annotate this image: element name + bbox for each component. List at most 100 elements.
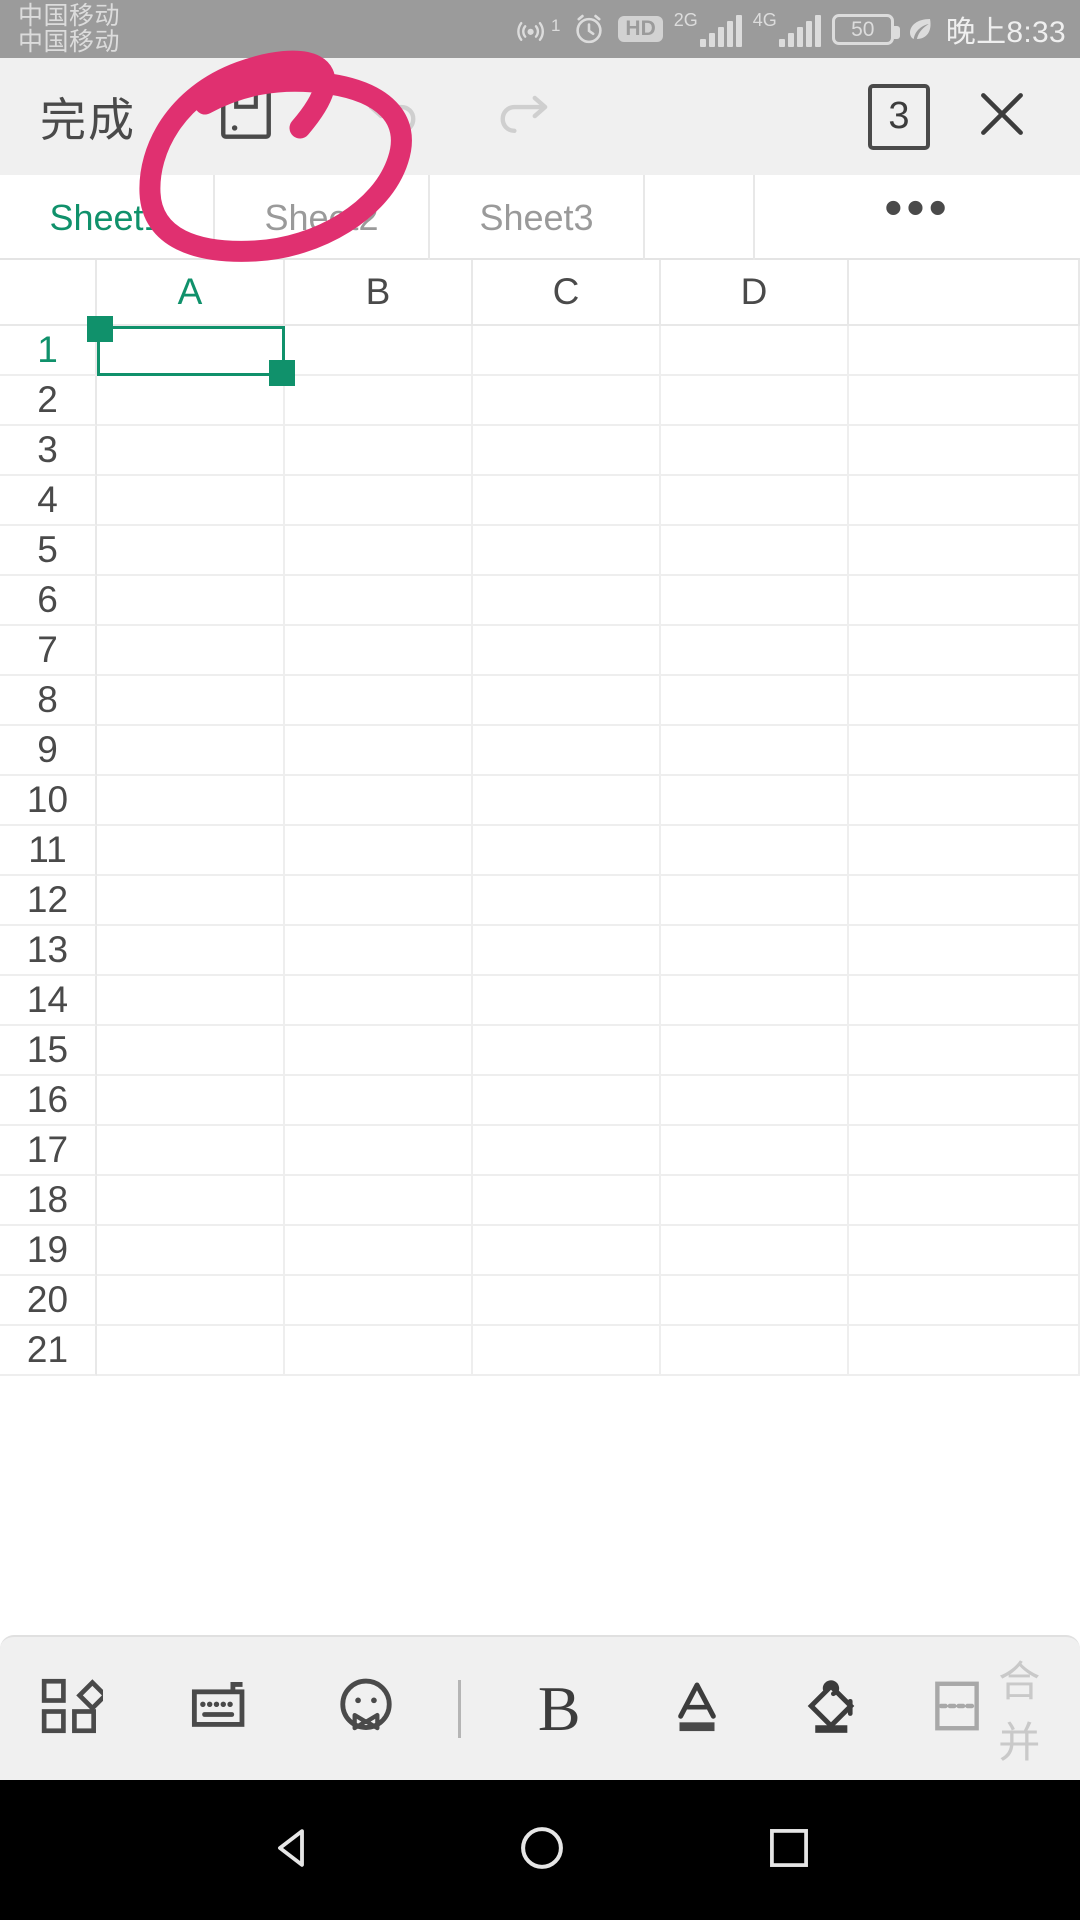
- grid-cell-A1[interactable]: [97, 326, 285, 376]
- grid-cell-E16[interactable]: [849, 1076, 1080, 1126]
- grid-cell-A13[interactable]: [97, 926, 285, 976]
- column-header-a[interactable]: A: [97, 260, 285, 324]
- grid-cell-E8[interactable]: [849, 676, 1080, 726]
- redo-button[interactable]: [466, 58, 586, 175]
- row-header-4[interactable]: 4: [0, 476, 97, 526]
- grid-cell-E3[interactable]: [849, 426, 1080, 476]
- grid-cell-A4[interactable]: [97, 476, 285, 526]
- grid-cell-C8[interactable]: [473, 676, 661, 726]
- grid-cell-E18[interactable]: [849, 1176, 1080, 1226]
- grid-cell-C3[interactable]: [473, 426, 661, 476]
- grid-cell-E19[interactable]: [849, 1226, 1080, 1276]
- grid-cell-C12[interactable]: [473, 876, 661, 926]
- row-header-21[interactable]: 21: [0, 1326, 97, 1376]
- grid-cell-C15[interactable]: [473, 1026, 661, 1076]
- row-header-15[interactable]: 15: [0, 1026, 97, 1076]
- grid-cell-D21[interactable]: [661, 1326, 849, 1376]
- grid-cell-A8[interactable]: [97, 676, 285, 726]
- grid-cell-C7[interactable]: [473, 626, 661, 676]
- grid-cell-B15[interactable]: [285, 1026, 473, 1076]
- row-header-10[interactable]: 10: [0, 776, 97, 826]
- grid-cell-C13[interactable]: [473, 926, 661, 976]
- grid-cell-A5[interactable]: [97, 526, 285, 576]
- grid-cell-D20[interactable]: [661, 1276, 849, 1326]
- tools-grid-button[interactable]: [8, 1673, 131, 1744]
- grid-cell-E17[interactable]: [849, 1126, 1080, 1176]
- grid-cell-E9[interactable]: [849, 726, 1080, 776]
- grid-cell-D3[interactable]: [661, 426, 849, 476]
- grid-cell-B19[interactable]: [285, 1226, 473, 1276]
- grid-cell-B11[interactable]: [285, 826, 473, 876]
- grid-cell-B1[interactable]: [285, 326, 473, 376]
- grid-cell-A18[interactable]: [97, 1176, 285, 1226]
- grid-cell-A2[interactable]: [97, 376, 285, 426]
- grid-cell-D9[interactable]: [661, 726, 849, 776]
- grid-cell-D15[interactable]: [661, 1026, 849, 1076]
- grid-cell-C18[interactable]: [473, 1176, 661, 1226]
- grid-cell-B12[interactable]: [285, 876, 473, 926]
- grid-cell-B16[interactable]: [285, 1076, 473, 1126]
- grid-cell-A9[interactable]: [97, 726, 285, 776]
- home-circle-icon[interactable]: [515, 1821, 569, 1880]
- grid-cell-B13[interactable]: [285, 926, 473, 976]
- grid-corner-cell[interactable]: [0, 260, 97, 324]
- grid-cell-A7[interactable]: [97, 626, 285, 676]
- grid-cell-C2[interactable]: [473, 376, 661, 426]
- grid-cell-D7[interactable]: [661, 626, 849, 676]
- row-header-5[interactable]: 5: [0, 526, 97, 576]
- row-header-12[interactable]: 12: [0, 876, 97, 926]
- font-color-button[interactable]: [636, 1671, 759, 1746]
- grid-cell-D1[interactable]: [661, 326, 849, 376]
- sheet-tab-empty[interactable]: [645, 175, 755, 260]
- row-header-17[interactable]: 17: [0, 1126, 97, 1176]
- done-button[interactable]: 完成: [40, 84, 136, 150]
- document-count-badge[interactable]: 3: [868, 83, 930, 150]
- spreadsheet-grid[interactable]: A B C D 1 2 3 4 5 6 7 8 9 10 11 12 13 14 15 16 17 18 19 20 2…: [0, 260, 1080, 1675]
- grid-cell-C14[interactable]: [473, 976, 661, 1026]
- grid-cell-B21[interactable]: [285, 1326, 473, 1376]
- row-header-3[interactable]: 3: [0, 426, 97, 476]
- grid-cell-D13[interactable]: [661, 926, 849, 976]
- grid-cell-A20[interactable]: [97, 1276, 285, 1326]
- row-header-16[interactable]: 16: [0, 1076, 97, 1126]
- grid-cell-B17[interactable]: [285, 1126, 473, 1176]
- grid-cell-B2[interactable]: [285, 376, 473, 426]
- keyboard-button[interactable]: [159, 1672, 282, 1745]
- grid-cell-A10[interactable]: [97, 776, 285, 826]
- grid-cell-D12[interactable]: [661, 876, 849, 926]
- grid-cell-D2[interactable]: [661, 376, 849, 426]
- grid-cell-E13[interactable]: [849, 926, 1080, 976]
- grid-cell-C21[interactable]: [473, 1326, 661, 1376]
- grid-cell-C1[interactable]: [473, 326, 661, 376]
- grid-cell-E21[interactable]: [849, 1326, 1080, 1376]
- grid-cell-C5[interactable]: [473, 526, 661, 576]
- grid-cell-E7[interactable]: [849, 626, 1080, 676]
- grid-cell-C16[interactable]: [473, 1076, 661, 1126]
- sheet-more-button[interactable]: •••: [755, 175, 1080, 258]
- grid-cell-A14[interactable]: [97, 976, 285, 1026]
- grid-cell-C10[interactable]: [473, 776, 661, 826]
- grid-cell-D16[interactable]: [661, 1076, 849, 1126]
- grid-cell-E1[interactable]: [849, 326, 1080, 376]
- grid-cell-E2[interactable]: [849, 376, 1080, 426]
- row-header-7[interactable]: 7: [0, 626, 97, 676]
- grid-cell-E14[interactable]: [849, 976, 1080, 1026]
- grid-cell-A11[interactable]: [97, 826, 285, 876]
- undo-button[interactable]: [330, 58, 450, 175]
- row-header-6[interactable]: 6: [0, 576, 97, 626]
- grid-cell-E20[interactable]: [849, 1276, 1080, 1326]
- grid-cell-B9[interactable]: [285, 726, 473, 776]
- column-header-d[interactable]: D: [661, 260, 849, 324]
- grid-cell-E10[interactable]: [849, 776, 1080, 826]
- column-header-b[interactable]: B: [285, 260, 473, 324]
- grid-cell-E4[interactable]: [849, 476, 1080, 526]
- grid-cell-D17[interactable]: [661, 1126, 849, 1176]
- row-header-1[interactable]: 1: [0, 326, 97, 376]
- emoji-button[interactable]: [304, 1672, 427, 1745]
- grid-cell-E6[interactable]: [849, 576, 1080, 626]
- column-header-c[interactable]: C: [473, 260, 661, 324]
- recents-square-icon[interactable]: [764, 1823, 814, 1878]
- grid-cell-C19[interactable]: [473, 1226, 661, 1276]
- grid-cell-B7[interactable]: [285, 626, 473, 676]
- grid-cell-D19[interactable]: [661, 1226, 849, 1276]
